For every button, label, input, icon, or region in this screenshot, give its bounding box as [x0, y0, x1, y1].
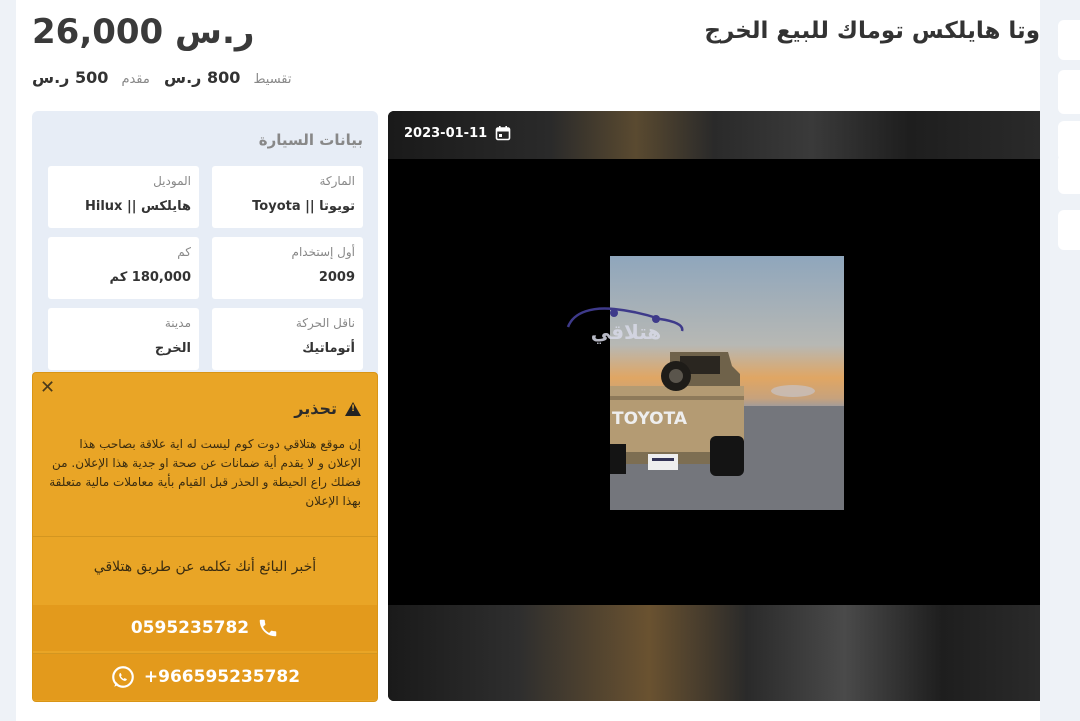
info-card-mileage: كم 180,000 كم: [48, 237, 199, 299]
info-value: أتوماتيك: [302, 341, 355, 356]
down-payment-value: 500 ر.س: [32, 68, 109, 87]
info-key: كم: [177, 245, 191, 259]
car-photo[interactable]: TOYOTA: [610, 256, 844, 510]
listing-page: وتا هايلكس توماك للبيع الخرج 26,000 ر.س …: [16, 0, 1040, 721]
listing-date: 2023-01-11: [404, 125, 511, 141]
photo-text: TOYOTA: [612, 409, 688, 429]
phone-icon: [259, 619, 277, 637]
warning-header: تحذير: [294, 399, 361, 418]
divider: [33, 536, 377, 537]
close-icon[interactable]: ✕: [40, 377, 55, 398]
car-info-panel: بيانات السيارة الماركة تويوتا || Toyota …: [32, 111, 378, 411]
down-payment-info: مقدم 500 ر.س: [32, 68, 150, 87]
side-thumb[interactable]: [1058, 154, 1080, 194]
warning-text: إن موقع هتلاقي دوت كوم ليست له اية علاقة…: [49, 437, 361, 508]
whatsapp-number: +966595235782: [143, 667, 301, 687]
info-card-brand: الماركة تويوتا || Toyota: [212, 166, 363, 228]
warning-box: ✕ تحذير إن موقع هتلاقي دوت كوم ليست له ا…: [32, 372, 378, 702]
info-value: هايلكس || Hilux: [84, 199, 191, 214]
date-text: 2023-01-11: [404, 125, 488, 141]
info-key: الماركة: [319, 174, 355, 188]
warning-title: تحذير: [294, 399, 337, 418]
installment-value: 800 ر.س: [164, 68, 241, 87]
tell-seller-text: أخبر البائع أنك تكلمه عن طريق هتلاقي: [93, 559, 317, 575]
info-card-transmission: ناقل الحركة أتوماتيك: [212, 308, 363, 370]
info-value: 180,000 كم: [109, 270, 192, 285]
info-card-city: مدينة الخرج: [48, 308, 199, 370]
car-info-title: بيانات السيارة: [258, 131, 363, 149]
phone-number: 0595235782: [130, 618, 250, 638]
call-button[interactable]: 0595235782: [33, 605, 377, 651]
warning-icon: [345, 401, 361, 416]
thumbnail-strip-bottom[interactable]: [388, 605, 1040, 701]
down-payment-label: مقدم: [121, 72, 150, 87]
info-value: تويوتا || Toyota: [252, 199, 355, 214]
watermark-logo: هتلاقي: [564, 301, 688, 351]
calendar-icon: [495, 126, 511, 141]
info-value: الخرج: [154, 341, 191, 356]
side-thumb[interactable]: [1058, 210, 1080, 250]
photo-gallery[interactable]: 2023-01-11 TOYOTA هتلاقي: [388, 111, 1040, 701]
info-key: الموديل: [153, 174, 191, 188]
info-key: أول إستخدام: [291, 245, 355, 259]
installment-info: تقسيط 800 ر.س: [164, 68, 292, 87]
info-card-first-use: أول إستخدام 2009: [212, 237, 363, 299]
whatsapp-icon: [112, 666, 134, 688]
listing-title: وتا هايلكس توماك للبيع الخرج: [704, 18, 1040, 44]
side-thumb[interactable]: [1058, 70, 1080, 114]
info-key: مدينة: [164, 316, 191, 330]
installment-label: تقسيط: [253, 72, 292, 87]
watermark-text: هتلاقي: [591, 320, 662, 345]
info-value: 2009: [318, 270, 355, 285]
whatsapp-button[interactable]: +966595235782: [33, 654, 377, 700]
side-thumb[interactable]: [1058, 20, 1080, 60]
info-card-model: الموديل هايلكس || Hilux: [48, 166, 199, 228]
listing-price: 26,000 ر.س: [32, 12, 255, 52]
info-key: ناقل الحركة: [295, 316, 355, 330]
